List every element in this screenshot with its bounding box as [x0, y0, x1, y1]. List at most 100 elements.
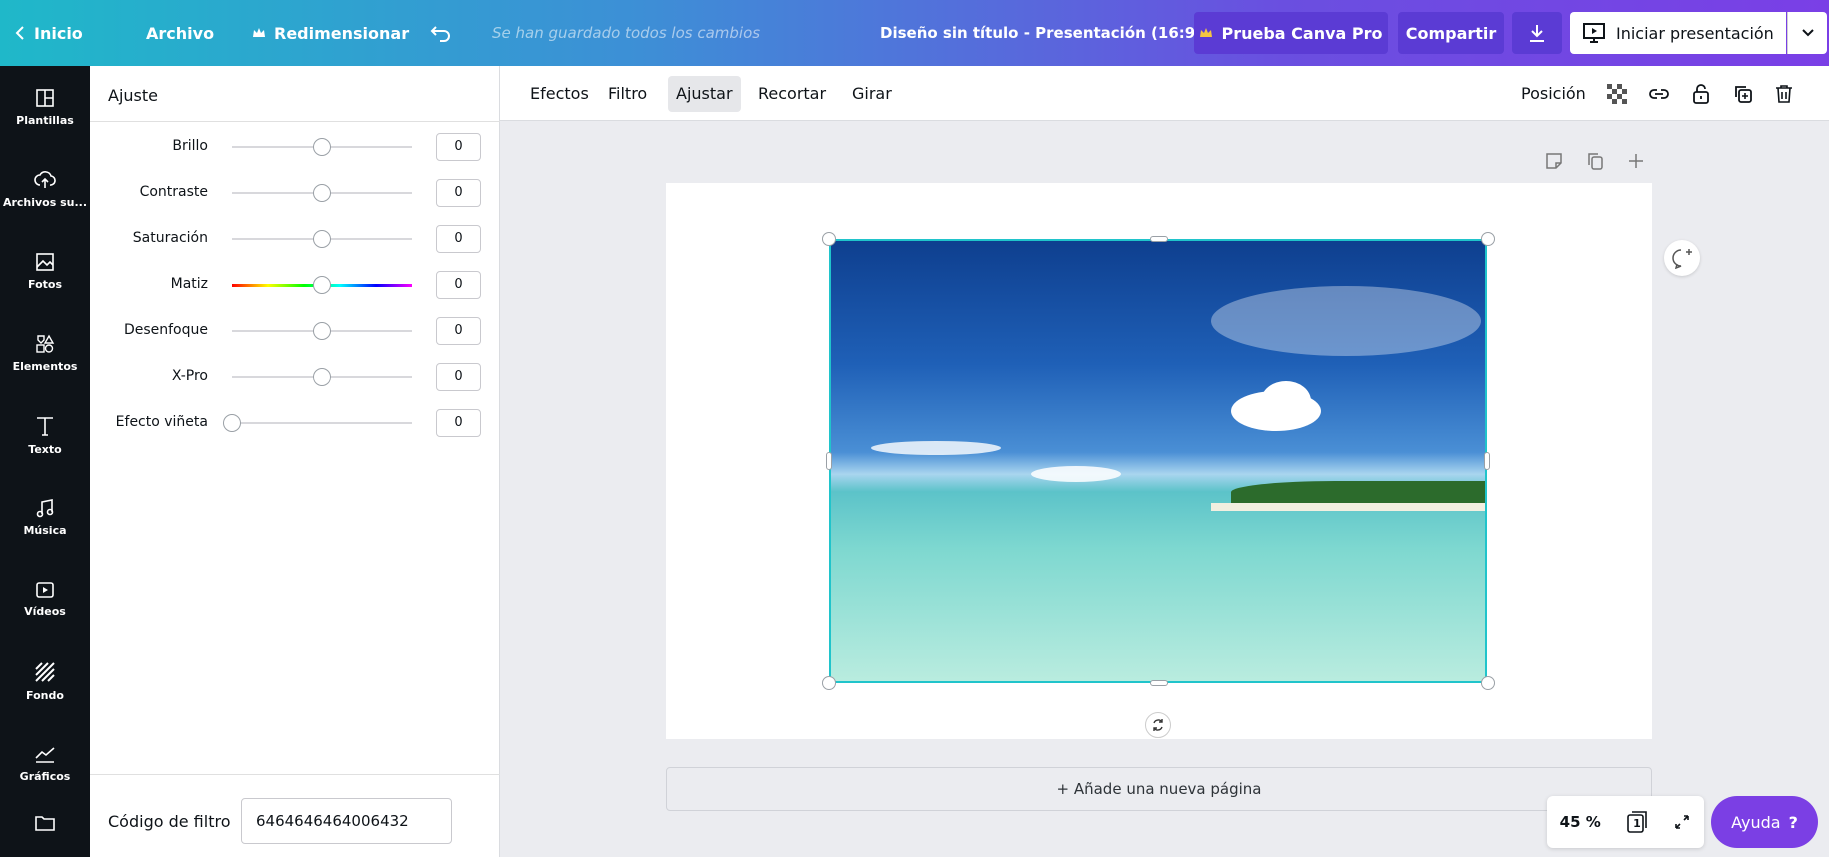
page-count-button[interactable]: 1: [1626, 810, 1648, 834]
crop-button[interactable]: Recortar: [750, 76, 834, 112]
help-button[interactable]: Ayuda ?: [1711, 796, 1818, 848]
duplicate-icon: [1588, 153, 1603, 170]
presentation-icon: [1583, 23, 1605, 43]
rail-item-elements[interactable]: Elementos: [0, 312, 90, 394]
adjust-label: Desenfoque: [123, 322, 208, 338]
adjust-label: Saturación: [132, 230, 208, 246]
rail-item-templates[interactable]: Plantillas: [0, 66, 90, 148]
adjust-row: Contraste 0: [90, 178, 500, 208]
resize-handle-left[interactable]: [826, 452, 832, 470]
adjust-value-input[interactable]: 0: [436, 179, 481, 207]
file-menu[interactable]: Archivo: [146, 0, 214, 66]
slider-knob[interactable]: [223, 414, 241, 432]
rail-item-uploads[interactable]: Archivos su...: [0, 148, 90, 230]
share-label: Compartir: [1405, 23, 1497, 43]
adjust-value-input[interactable]: 0: [436, 271, 481, 299]
vertical-scrollbar[interactable]: [1818, 121, 1829, 857]
adjust-value-input[interactable]: 0: [436, 317, 481, 345]
adjust-label: Matiz: [170, 276, 208, 292]
comment-add-icon: [1672, 249, 1692, 269]
rail-item-videos[interactable]: Vídeos: [0, 558, 90, 640]
filter-code-input[interactable]: 6464646464006432: [241, 798, 452, 844]
duplicate-button[interactable]: [1729, 80, 1757, 108]
effects-button[interactable]: Efectos: [522, 76, 597, 112]
fullscreen-button[interactable]: [1673, 813, 1691, 831]
rotate-button[interactable]: Girar: [844, 76, 900, 112]
resize-handle-bottom[interactable]: [1150, 680, 1168, 686]
resize-handle-top-right[interactable]: [1481, 232, 1495, 246]
adjust-value-input[interactable]: 0: [436, 133, 481, 161]
top-bar: Inicio Archivo Redimensionar Se han guar…: [0, 0, 1829, 66]
document-title[interactable]: Diseño sin título - Presentación (16:9): [880, 0, 1202, 66]
add-page-button[interactable]: [1627, 152, 1645, 174]
rail-item-photos[interactable]: Fotos: [0, 230, 90, 312]
start-presentation-button[interactable]: Iniciar presentación: [1570, 12, 1786, 54]
add-comment-button[interactable]: [1664, 240, 1700, 276]
zoom-level[interactable]: 45 %: [1560, 813, 1601, 831]
rail-item-folder[interactable]: [0, 804, 90, 857]
link-button[interactable]: [1645, 80, 1673, 108]
page-notes-button[interactable]: [1545, 152, 1563, 174]
image-toolbar: Efectos Filtro Ajustar Recortar Girar Po…: [500, 66, 1829, 121]
add-new-page-button[interactable]: + Añade una nueva página: [666, 767, 1652, 811]
duplicate-icon: [1735, 86, 1752, 103]
transparency-button[interactable]: [1603, 80, 1631, 108]
canva-pro-trial-button[interactable]: Prueba Canva Pro: [1194, 12, 1388, 54]
undo-button[interactable]: [430, 0, 460, 66]
elements-icon: [36, 334, 55, 353]
slider-track[interactable]: [232, 422, 412, 424]
slider-knob[interactable]: [313, 184, 331, 202]
presentation-options-button[interactable]: [1787, 12, 1827, 54]
chevron-left-icon: [15, 26, 24, 40]
resize-handle-right[interactable]: [1484, 452, 1490, 470]
filter-button[interactable]: Filtro: [600, 76, 655, 112]
beach-photo[interactable]: [829, 239, 1487, 683]
present-label: Iniciar presentación: [1616, 23, 1774, 43]
rail-item-charts[interactable]: Gráficos: [0, 722, 90, 804]
resize-label: Redimensionar: [274, 23, 410, 43]
adjust-label: Brillo: [172, 138, 208, 154]
delete-button[interactable]: [1770, 80, 1798, 108]
rail-item-text[interactable]: Texto: [0, 394, 90, 476]
slider-knob[interactable]: [313, 138, 331, 156]
slider-knob[interactable]: [313, 322, 331, 340]
rail-label: Texto: [28, 442, 62, 456]
rail-item-music[interactable]: Música: [0, 476, 90, 558]
adjust-value-input[interactable]: 0: [436, 363, 481, 391]
adjust-value-input[interactable]: 0: [436, 409, 481, 437]
crown-icon: [253, 28, 265, 37]
video-icon: [36, 581, 54, 598]
adjust-value-input[interactable]: 0: [436, 225, 481, 253]
rail-label: Gráficos: [19, 769, 71, 783]
rail-label: Música: [23, 523, 67, 537]
rotate-handle[interactable]: [1145, 712, 1171, 738]
crown-icon: [1200, 28, 1213, 37]
resize-handle-bottom-right[interactable]: [1481, 676, 1495, 690]
position-button[interactable]: Posición: [1513, 76, 1594, 112]
resize-button[interactable]: Redimensionar: [252, 0, 409, 66]
share-button[interactable]: Compartir: [1398, 12, 1504, 54]
resize-handle-bottom-left[interactable]: [822, 676, 836, 690]
rail-label: Archivos su...: [2, 195, 88, 209]
lock-button[interactable]: [1687, 80, 1715, 108]
download-button[interactable]: [1512, 12, 1562, 54]
slider-knob[interactable]: [313, 230, 331, 248]
cloud: [1211, 286, 1481, 356]
transparency-icon: [1607, 84, 1627, 104]
adjust-button[interactable]: Ajustar: [668, 76, 741, 112]
rail-item-background[interactable]: Fondo: [0, 640, 90, 722]
home-link[interactable]: Inicio: [14, 0, 83, 66]
resize-handle-top-left[interactable]: [822, 232, 836, 246]
save-status: Se han guardado todos los cambios: [492, 24, 761, 42]
background-icon: [35, 661, 55, 682]
adjust-panel: Ajuste Brillo 0 Contraste 0 Saturación 0 Matiz…: [90, 66, 500, 857]
music-icon: [36, 498, 54, 517]
duplicate-page-button[interactable]: [1586, 152, 1604, 174]
slider-knob[interactable]: [313, 368, 331, 386]
rotate-icon: [1153, 719, 1163, 731]
resize-handle-top[interactable]: [1150, 236, 1168, 242]
adjust-row: Efecto viñeta 0: [90, 408, 500, 438]
rail-label: Fotos: [28, 277, 62, 291]
slider-knob[interactable]: [313, 276, 331, 294]
divider: [90, 774, 500, 775]
